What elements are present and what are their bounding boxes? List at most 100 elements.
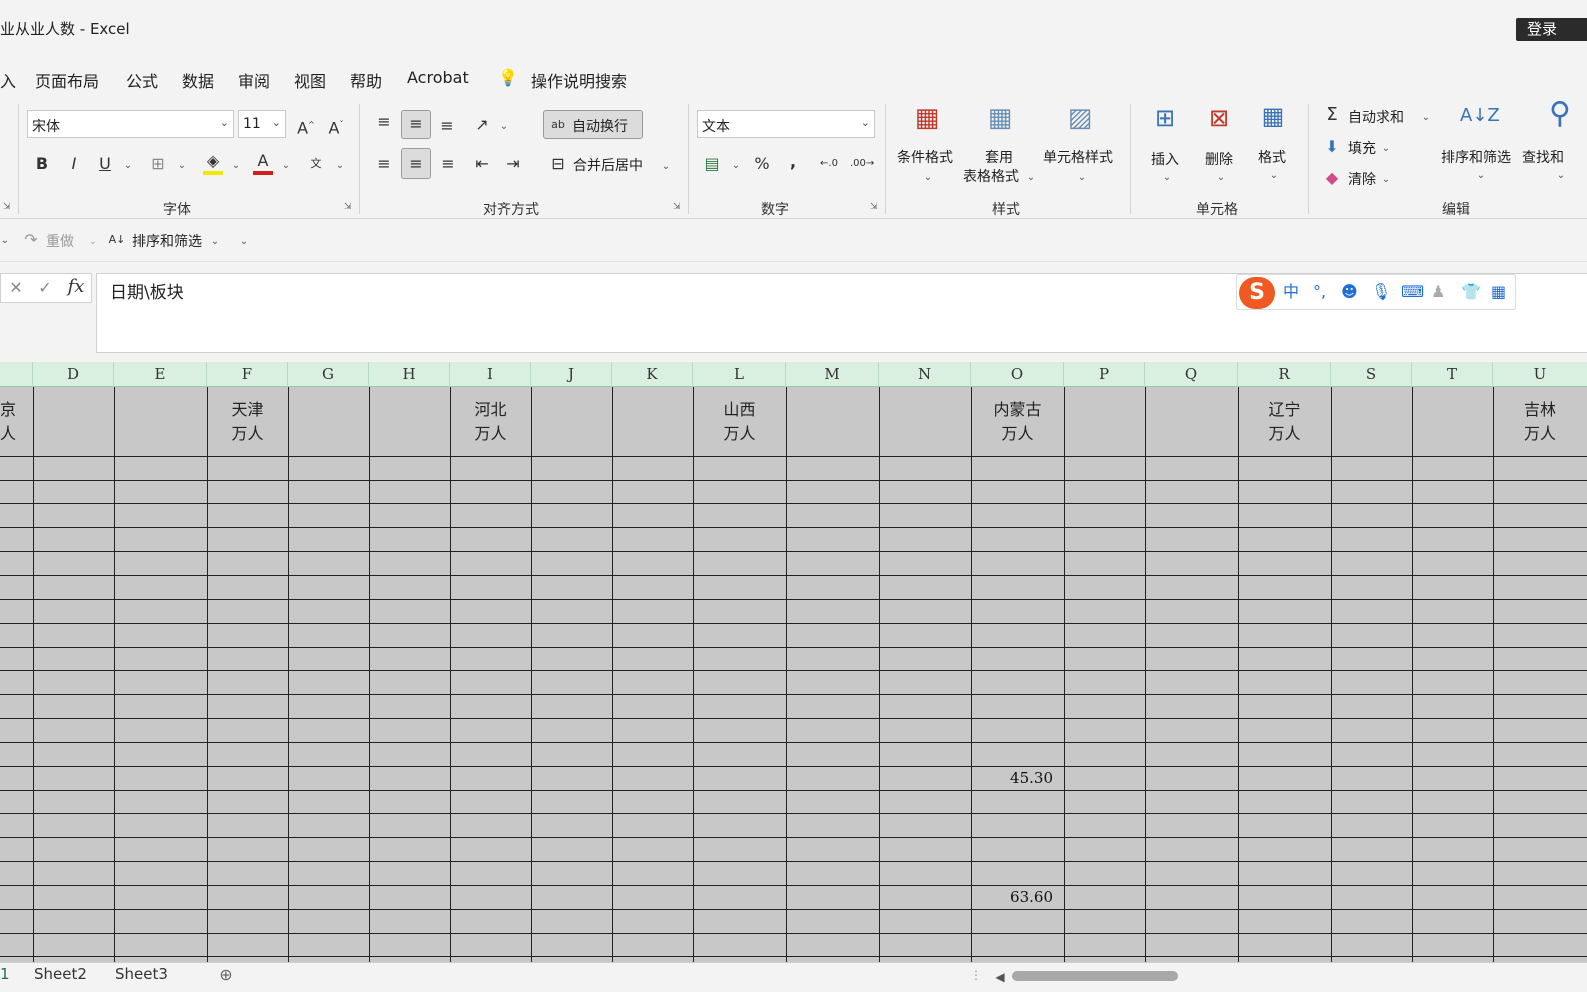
dialog-launcher-icon[interactable]: ⇲ xyxy=(870,202,878,212)
chevron-down-icon[interactable]: ⌄ xyxy=(1215,168,1227,188)
header-cell-tianjin[interactable]: 天津 万人 xyxy=(207,398,288,446)
autosum-label[interactable]: 自动求和 xyxy=(1348,107,1404,127)
cell-value[interactable]: 63.60 xyxy=(971,888,1053,906)
dialog-launcher-icon[interactable]: ⇲ xyxy=(3,202,11,212)
cell-styles-icon[interactable]: ▨ xyxy=(1062,105,1098,142)
scroll-left-icon[interactable]: ◀ xyxy=(994,967,1006,987)
column-header-f[interactable]: F xyxy=(207,362,288,387)
align-bottom-icon[interactable]: ≡ xyxy=(437,116,457,136)
column-header[interactable] xyxy=(0,362,33,387)
redo-icon[interactable]: ↷ xyxy=(22,230,40,250)
column-header-g[interactable]: G xyxy=(288,362,369,387)
chevron-down-icon[interactable]: ⌄ xyxy=(1475,166,1487,186)
horizontal-scrollbar-thumb[interactable] xyxy=(1012,971,1178,981)
insert-cells-icon[interactable]: ⊞ xyxy=(1148,106,1182,142)
add-sheet-icon[interactable]: ⊕ xyxy=(216,965,236,985)
orientation-icon[interactable]: ↗ xyxy=(472,115,492,135)
header-cell-inner-mongolia[interactable]: 内蒙古 万人 xyxy=(971,398,1064,446)
italic-icon[interactable]: I xyxy=(64,154,84,174)
cell-value[interactable]: 45.30 xyxy=(971,769,1053,787)
align-middle-button[interactable]: ≡ xyxy=(401,110,431,139)
sheet-tab-sheet2[interactable]: Sheet2 xyxy=(26,963,95,985)
tab-help[interactable]: 帮助 xyxy=(350,68,382,92)
skin-icon[interactable]: 👕 xyxy=(1461,283,1481,301)
cell-grid[interactable]: 京人 天津 万人 河北 万人 山西 万人 内蒙古 万人 辽宁 万人 吉林 万人 45.30 … xyxy=(0,387,1587,962)
insert-function-icon[interactable]: fx xyxy=(64,277,88,297)
cell-styles-label[interactable]: 单元格样式 xyxy=(1043,147,1113,167)
chevron-down-icon[interactable]: ⌄ xyxy=(1161,168,1173,188)
chevron-down-icon[interactable]: ⌄ xyxy=(1268,166,1280,186)
eraser-icon[interactable]: ◆ xyxy=(1323,168,1341,188)
format-as-table-label-1[interactable]: 套用 xyxy=(985,147,1013,167)
keyboard-icon[interactable]: ⌨ xyxy=(1401,283,1424,301)
chevron-down-icon[interactable]: ⌄ xyxy=(280,156,292,176)
chevron-down-icon[interactable]: ⌄ xyxy=(122,156,134,176)
login-button[interactable]: 登录 xyxy=(1516,18,1587,41)
align-top-icon[interactable]: ≡ xyxy=(374,112,394,132)
tab-insert[interactable]: 入 xyxy=(0,68,16,92)
sort-filter-icon[interactable]: A↓ xyxy=(107,230,127,250)
sheet-tab-sheet3[interactable]: Sheet3 xyxy=(107,963,176,985)
chevron-down-icon[interactable]: ⌄ xyxy=(1420,108,1432,128)
column-header-t[interactable]: T xyxy=(1412,362,1493,387)
bold-icon[interactable]: B xyxy=(32,154,52,174)
chevron-down-icon[interactable]: ⌄ xyxy=(0,231,10,251)
number-format-select[interactable]: 文本 ⌄ xyxy=(697,110,875,138)
fill-color-icon[interactable]: ◈ xyxy=(203,151,223,175)
column-header-i[interactable]: I xyxy=(450,362,531,387)
comma-style-icon[interactable]: , xyxy=(783,152,803,172)
underline-icon[interactable]: U xyxy=(95,154,115,174)
customize-qat-icon[interactable]: ⌄ xyxy=(239,232,249,252)
column-header-k[interactable]: K xyxy=(612,362,693,387)
header-cell-beijing[interactable]: 京人 xyxy=(0,398,16,446)
chevron-down-icon[interactable]: ⌄ xyxy=(230,156,242,176)
header-cell-liaoning[interactable]: 辽宁 万人 xyxy=(1238,398,1331,446)
sogou-logo-icon[interactable]: S xyxy=(1239,277,1275,309)
merge-center-label[interactable]: 合并后居中 xyxy=(573,155,643,175)
column-header-h[interactable]: H xyxy=(369,362,450,387)
find-icon[interactable]: ⚲ xyxy=(1542,99,1578,140)
column-header-j[interactable]: J xyxy=(531,362,612,387)
delete-label[interactable]: 删除 xyxy=(1205,149,1233,169)
chevron-down-icon[interactable]: ⌄ xyxy=(210,232,220,252)
header-cell-hebei[interactable]: 河北 万人 xyxy=(450,398,531,446)
chevron-down-icon[interactable]: ⌄ xyxy=(660,157,672,177)
column-header-u[interactable]: U xyxy=(1493,362,1587,387)
format-cells-icon[interactable]: ▦ xyxy=(1256,104,1290,140)
enter-icon[interactable]: ✓ xyxy=(35,278,55,298)
header-cell-jilin[interactable]: 吉林 万人 xyxy=(1493,398,1587,446)
conditional-formatting-icon[interactable]: ▦ xyxy=(910,105,944,142)
sort-filter-label[interactable]: 排序和筛选 xyxy=(1441,147,1511,167)
splitter-handle-icon[interactable]: ⋮ xyxy=(970,965,982,985)
column-header-o[interactable]: O xyxy=(971,362,1064,387)
chevron-down-icon[interactable]: ⌄ xyxy=(1380,139,1392,159)
chevron-down-icon[interactable]: ⌄ xyxy=(498,117,510,137)
tab-view[interactable]: 视图 xyxy=(294,68,326,92)
fill-label[interactable]: 填充 xyxy=(1348,138,1376,158)
emoji-icon[interactable]: ☻ xyxy=(1341,283,1358,301)
align-left-icon[interactable]: ≡ xyxy=(374,154,394,174)
chevron-down-icon[interactable]: ⌄ xyxy=(88,232,98,252)
accounting-format-icon[interactable]: ▤ xyxy=(702,154,722,174)
dialog-launcher-icon[interactable]: ⇲ xyxy=(673,202,681,212)
chevron-down-icon[interactable]: ⌄ xyxy=(730,156,742,176)
fill-down-icon[interactable]: ⬇ xyxy=(1323,137,1341,157)
wrap-text-button[interactable]: ab 自动换行 xyxy=(543,110,643,139)
increase-indent-icon[interactable]: ⇥ xyxy=(503,154,523,174)
tab-acrobat[interactable]: Acrobat xyxy=(407,68,469,87)
user-icon[interactable]: ♟ xyxy=(1431,283,1445,301)
tab-page-layout[interactable]: 页面布局 xyxy=(35,68,99,92)
delete-cells-icon[interactable]: ⊠ xyxy=(1202,106,1236,142)
find-select-label[interactable]: 查找和 xyxy=(1522,147,1564,167)
column-header-n[interactable]: N xyxy=(879,362,971,387)
merge-center-icon[interactable]: ⊟ xyxy=(548,154,568,174)
autosum-icon[interactable]: Σ xyxy=(1323,105,1341,125)
chevron-down-icon[interactable]: ⌄ xyxy=(1025,168,1037,188)
redo-label[interactable]: 重做 xyxy=(46,231,74,251)
sort-filter-icon[interactable]: A↓Z xyxy=(1460,106,1500,140)
column-header-l[interactable]: L xyxy=(693,362,786,387)
microphone-icon[interactable]: 🎙 xyxy=(1371,283,1391,301)
tab-formulas[interactable]: 公式 xyxy=(126,68,158,92)
column-header-e[interactable]: E xyxy=(114,362,207,387)
chevron-down-icon[interactable]: ⌄ xyxy=(1555,166,1567,186)
